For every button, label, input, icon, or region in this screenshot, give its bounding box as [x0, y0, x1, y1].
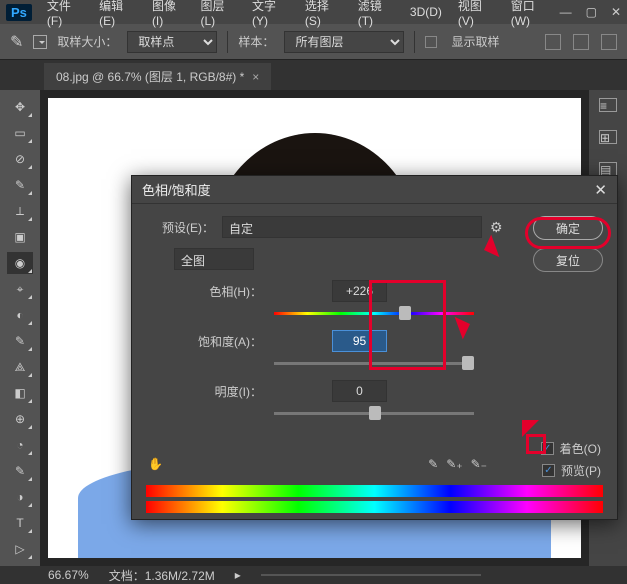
menu-select[interactable]: 选择(S) — [298, 0, 349, 31]
saturation-input[interactable]: 95 — [332, 330, 387, 352]
preview-label: 预览(P) — [561, 462, 601, 479]
move-tool[interactable]: ✥ — [7, 96, 33, 118]
search-icon[interactable] — [545, 34, 561, 50]
preset-select[interactable]: 自定 — [222, 216, 482, 238]
colorize-checkbox[interactable]: ✓ — [541, 442, 554, 455]
eyedropper-tool[interactable]: ◉ — [7, 252, 33, 274]
swatches-icon[interactable]: ⊞ — [599, 130, 617, 144]
spectrum-bar-top — [146, 485, 603, 497]
saturation-label: 饱和度(A)： — [174, 333, 262, 350]
gear-icon[interactable]: ⚙ — [490, 219, 506, 235]
doc-size: 文档：1.36M/2.72M — [109, 567, 215, 584]
channel-select[interactable]: 全图 — [174, 248, 254, 270]
dialog-close-icon[interactable]: ✕ — [594, 181, 607, 199]
lasso-tool[interactable]: ⊘ — [7, 148, 33, 170]
adjustments-icon[interactable]: ≡ — [599, 98, 617, 112]
stamp-tool[interactable]: ✎ — [7, 330, 33, 352]
menu-window[interactable]: 窗口(W) — [504, 0, 558, 31]
frame-tool[interactable]: ▣ — [7, 226, 33, 248]
progress-bar — [261, 574, 481, 576]
preview-checkbox[interactable]: ✓ — [542, 464, 555, 477]
dialog-title: 色相/饱和度 — [142, 180, 211, 199]
reset-button[interactable]: 复位 — [533, 248, 603, 272]
show-ring-checkbox[interactable] — [425, 36, 437, 48]
history-brush-tool[interactable]: ⟁ — [7, 356, 33, 378]
minimize-icon[interactable]: — — [560, 5, 572, 19]
brush-tool[interactable]: ◐ — [7, 304, 33, 326]
menu-image[interactable]: 图像(I) — [145, 0, 192, 31]
sample-select[interactable]: 所有图层 — [284, 31, 404, 53]
ok-button[interactable]: 确定 — [533, 216, 603, 240]
hue-slider[interactable] — [274, 306, 474, 320]
tool-preset-dropdown[interactable] — [33, 35, 47, 49]
dodge-tool[interactable]: ✎ — [7, 460, 33, 482]
marquee-tool[interactable]: ▭ — [7, 122, 33, 144]
sample-size-select[interactable]: 取样点 — [127, 31, 217, 53]
saturation-slider[interactable] — [274, 356, 474, 370]
share-icon[interactable] — [601, 34, 617, 50]
sample-label: 样本： — [238, 33, 274, 50]
eraser-tool[interactable]: ◧ — [7, 382, 33, 404]
spectrum-bar-bottom — [146, 501, 603, 513]
workspace-icon[interactable] — [573, 34, 589, 50]
preset-label: 预设(E)： — [144, 219, 214, 236]
zoom-level[interactable]: 66.67% — [48, 568, 89, 582]
sample-size-label: 取样大小： — [57, 33, 117, 50]
wand-tool[interactable]: ✎ — [7, 174, 33, 196]
eyedropper-icon[interactable]: ✎ — [428, 457, 438, 471]
hue-label: 色相(H)： — [174, 283, 262, 300]
menu-edit[interactable]: 编辑(E) — [92, 0, 143, 31]
menu-layer[interactable]: 图层(L) — [193, 0, 243, 31]
layers-icon[interactable]: ▤ — [599, 162, 617, 176]
menu-filter[interactable]: 滤镜(T) — [351, 0, 401, 31]
eyedropper-tool-icon: ✎ — [10, 32, 23, 52]
close-icon[interactable]: ✕ — [611, 5, 621, 19]
colorize-label: 着色(O) — [560, 440, 601, 457]
gradient-tool[interactable]: ⊕ — [7, 408, 33, 430]
heal-tool[interactable]: ⌖ — [7, 278, 33, 300]
tools-panel: ✥ ▭ ⊘ ✎ ⟂ ▣ ◉ ⌖ ◐ ✎ ⟁ ◧ ⊕ ◔ ✎ ◑ T ▷ — [0, 90, 40, 566]
hand-tool-icon[interactable]: ✋ — [148, 457, 163, 471]
ps-logo: Ps — [6, 4, 32, 21]
blur-tool[interactable]: ◔ — [7, 434, 33, 456]
type-tool[interactable]: T — [7, 512, 33, 534]
eyedropper-plus-icon[interactable]: ✎₊ — [446, 457, 462, 471]
show-ring-label: 显示取样 — [451, 33, 499, 50]
pen-tool[interactable]: ◑ — [7, 486, 33, 508]
menu-view[interactable]: 视图(V) — [451, 0, 502, 31]
document-tab[interactable]: 08.jpg @ 66.7% (图层 1, RGB/8#) * × — [44, 63, 271, 90]
path-tool[interactable]: ▷ — [7, 538, 33, 560]
crop-tool[interactable]: ⟂ — [7, 200, 33, 222]
lightness-slider[interactable] — [274, 406, 474, 420]
menu-bar: Ps 文件(F) 编辑(E) 图像(I) 图层(L) 文字(Y) 选择(S) 滤… — [0, 0, 627, 24]
hue-input[interactable]: +226 — [332, 280, 387, 302]
lightness-label: 明度(I)： — [174, 383, 262, 400]
tab-title: 08.jpg @ 66.7% (图层 1, RGB/8#) * — [56, 68, 244, 85]
status-bar: 66.67% 文档：1.36M/2.72M ▸ — [0, 566, 627, 584]
menu-type[interactable]: 文字(Y) — [245, 0, 296, 31]
document-tabs: 08.jpg @ 66.7% (图层 1, RGB/8#) * × — [0, 60, 627, 90]
maximize-icon[interactable]: ▢ — [586, 5, 597, 19]
eyedropper-minus-icon[interactable]: ✎₋ — [471, 457, 487, 471]
lightness-input[interactable]: 0 — [332, 380, 387, 402]
menu-file[interactable]: 文件(F) — [40, 0, 90, 31]
chevron-right-icon[interactable]: ▸ — [235, 568, 241, 582]
menu-3d[interactable]: 3D(D) — [403, 2, 449, 22]
tab-close-icon[interactable]: × — [252, 70, 259, 84]
hue-saturation-dialog: 色相/饱和度 ✕ 预设(E)： 自定 ⚙ 全图 色相(H)： +226 饱和度(… — [131, 175, 618, 520]
